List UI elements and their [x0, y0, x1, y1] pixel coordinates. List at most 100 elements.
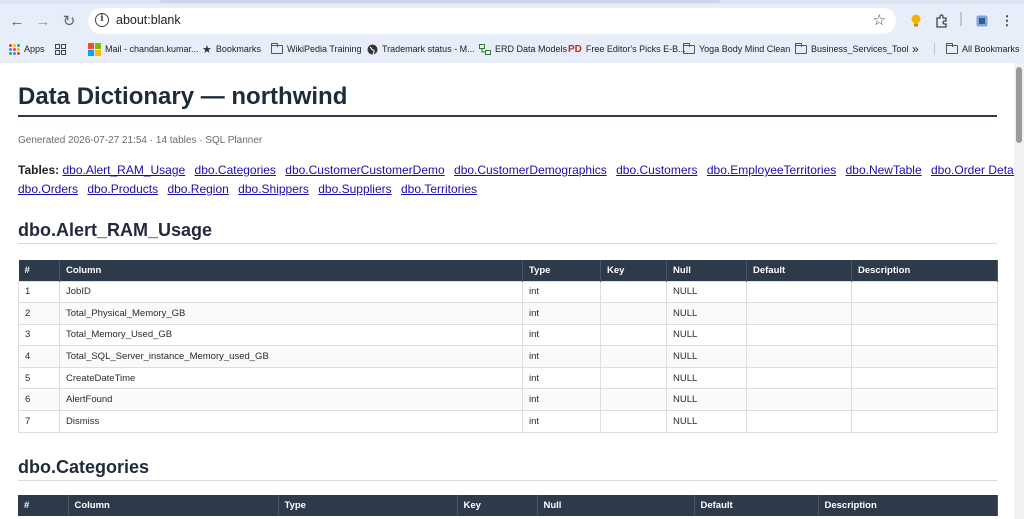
- bookmark-apps[interactable]: Apps: [9, 41, 45, 57]
- address-bar[interactable]: i about:blank ☆: [88, 8, 896, 34]
- tab-strip: [0, 0, 1024, 4]
- table-cell: [746, 323, 852, 347]
- bookmark-tab-groups[interactable]: [55, 41, 66, 57]
- table-cell: [600, 410, 667, 433]
- column-header: Key: [600, 260, 667, 281]
- table-row: 2 Total_Physical_Memory_GB int NULL: [18, 302, 998, 325]
- table-cell: [600, 345, 667, 368]
- table-link[interactable]: dbo.Order Details: [931, 163, 1014, 177]
- table-row: 3 Total_Memory_Used_GB int NULL: [18, 323, 998, 347]
- page-viewport: Data Dictionary — northwind Generated 20…: [0, 63, 1014, 519]
- table-cell: 1: [18, 280, 60, 304]
- columns-table: # Column Type Key Null Default Description: [18, 495, 998, 516]
- table-cell: NULL: [666, 410, 747, 433]
- table-cell: NULL: [666, 302, 747, 325]
- table-cell: int: [522, 280, 601, 304]
- table-cell: int: [522, 302, 601, 325]
- table-cell: int: [522, 345, 601, 368]
- site-info-icon[interactable]: i: [95, 13, 109, 27]
- menu-kebab-icon[interactable]: ⋮: [1001, 12, 1014, 30]
- bookmark-star-icon[interactable]: ☆: [873, 11, 886, 29]
- table-link[interactable]: dbo.Customers: [616, 163, 697, 177]
- bookmark-label: All Bookmarks: [962, 44, 1020, 54]
- vertical-scrollbar[interactable]: [1014, 63, 1024, 519]
- browser-chrome: ← → ↻ i about:blank ☆ ⋮ Apps Mail - chan…: [0, 0, 1024, 63]
- bookmark-erd-data-models[interactable]: ERD Data Models: [479, 41, 567, 57]
- table-cell: [746, 302, 852, 325]
- table-link[interactable]: dbo.Alert_RAM_Usage: [62, 163, 185, 177]
- table-cell: [851, 410, 998, 433]
- star-icon: ★: [202, 43, 212, 56]
- table-link[interactable]: dbo.CustomerCustomerDemo: [285, 163, 444, 177]
- reload-icon[interactable]: ↻: [58, 10, 80, 32]
- table-cell: [746, 366, 852, 390]
- bookmark-mail[interactable]: Mail - chandan.kumar...: [88, 41, 199, 57]
- table-cell: Total_Physical_Memory_GB: [59, 302, 523, 325]
- table-link[interactable]: dbo.Products: [87, 182, 158, 196]
- bookmark-yoga-body-mind-clean[interactable]: Yoga Body Mind Clean: [682, 41, 791, 57]
- section-divider: [18, 243, 997, 244]
- table-link[interactable]: dbo.NewTable: [846, 163, 922, 177]
- table-link[interactable]: dbo.Shippers: [238, 182, 309, 196]
- table-cell: 7: [18, 410, 60, 433]
- bookmark-label: WikiPedia Training: [287, 44, 362, 54]
- column-header: Type: [522, 260, 601, 281]
- forward-icon[interactable]: →: [32, 10, 54, 32]
- table-cell: [851, 388, 998, 412]
- table-cell: [746, 410, 852, 433]
- table-cell: CreateDateTime: [59, 366, 523, 390]
- column-header: Description: [851, 260, 998, 281]
- table-link[interactable]: dbo.Suppliers: [318, 182, 391, 196]
- table-link[interactable]: dbo.EmployeeTerritories: [707, 163, 836, 177]
- generated-meta: Generated 2026-07-27 21:54 · 14 tables ·…: [18, 135, 263, 146]
- column-header: Description: [818, 495, 998, 516]
- tab-groups-icon: [55, 43, 66, 55]
- section-divider: [18, 480, 997, 481]
- column-header: Column: [59, 260, 523, 281]
- column-header: Type: [278, 495, 458, 516]
- lightbulb-icon[interactable]: [909, 12, 923, 30]
- table-link[interactable]: dbo.Orders: [18, 182, 78, 196]
- column-header: #: [18, 495, 69, 516]
- apps-grid-icon: [9, 43, 20, 55]
- bookmark-business-services-tool[interactable]: Business_Services_Tool: [794, 41, 909, 57]
- bookmark-wikipedia-training[interactable]: WikiPedia Training: [270, 41, 362, 57]
- bookmark-free-editors-picks[interactable]: PD Free Editor's Picks E-B...: [568, 41, 686, 57]
- erd-icon: [479, 43, 491, 55]
- table-row: 5 CreateDateTime int NULL: [18, 366, 998, 390]
- table-cell: int: [522, 388, 601, 412]
- table-link[interactable]: dbo.Region: [167, 182, 228, 196]
- table-cell: [851, 323, 998, 347]
- column-header: #: [18, 260, 60, 281]
- column-header: Column: [68, 495, 279, 516]
- table-row: 4 Total_SQL_Server_instance_Memory_used_G…: [18, 345, 998, 368]
- bookmark-all-bookmarks[interactable]: All Bookmarks: [945, 41, 1020, 57]
- bookmark-trademark-status[interactable]: Trademark status - M...: [367, 41, 475, 57]
- table-cell: [746, 345, 852, 368]
- scrollbar-thumb[interactable]: [1016, 67, 1022, 143]
- table-cell: [746, 388, 852, 412]
- columns-table: # Column Type Key Null Default Description 1 Jo…: [18, 260, 998, 433]
- extensions-icon[interactable]: [934, 12, 950, 30]
- globe-icon: [367, 44, 378, 54]
- bookmarks-overflow-button[interactable]: »: [912, 41, 919, 57]
- table-cell: [851, 280, 998, 304]
- table-cell: NULL: [666, 366, 747, 390]
- table-link[interactable]: dbo.Categories: [195, 163, 276, 177]
- bookmark-bookmarks[interactable]: ★ Bookmarks: [202, 41, 261, 57]
- table-cell: [600, 388, 667, 412]
- table-cell: Total_SQL_Server_instance_Memory_used_GB: [59, 345, 523, 368]
- table-cell: NULL: [666, 345, 747, 368]
- bookmark-label: Yoga Body Mind Clean: [699, 44, 791, 54]
- active-tab[interactable]: [160, 0, 720, 3]
- back-icon[interactable]: ←: [6, 10, 28, 32]
- url-text: about:blank: [116, 13, 181, 27]
- bookmark-label: Mail - chandan.kumar...: [105, 44, 199, 54]
- table-link[interactable]: dbo.CustomerDemographics: [454, 163, 607, 177]
- table-cell: int: [522, 323, 601, 347]
- profile-icon[interactable]: [975, 12, 989, 30]
- table-link[interactable]: dbo.Territories: [401, 182, 477, 196]
- table-row: 7 Dismiss int NULL: [18, 410, 998, 433]
- table-cell: JobID: [59, 280, 523, 304]
- table-header-row: # Column Type Key Null Default Description: [18, 260, 998, 281]
